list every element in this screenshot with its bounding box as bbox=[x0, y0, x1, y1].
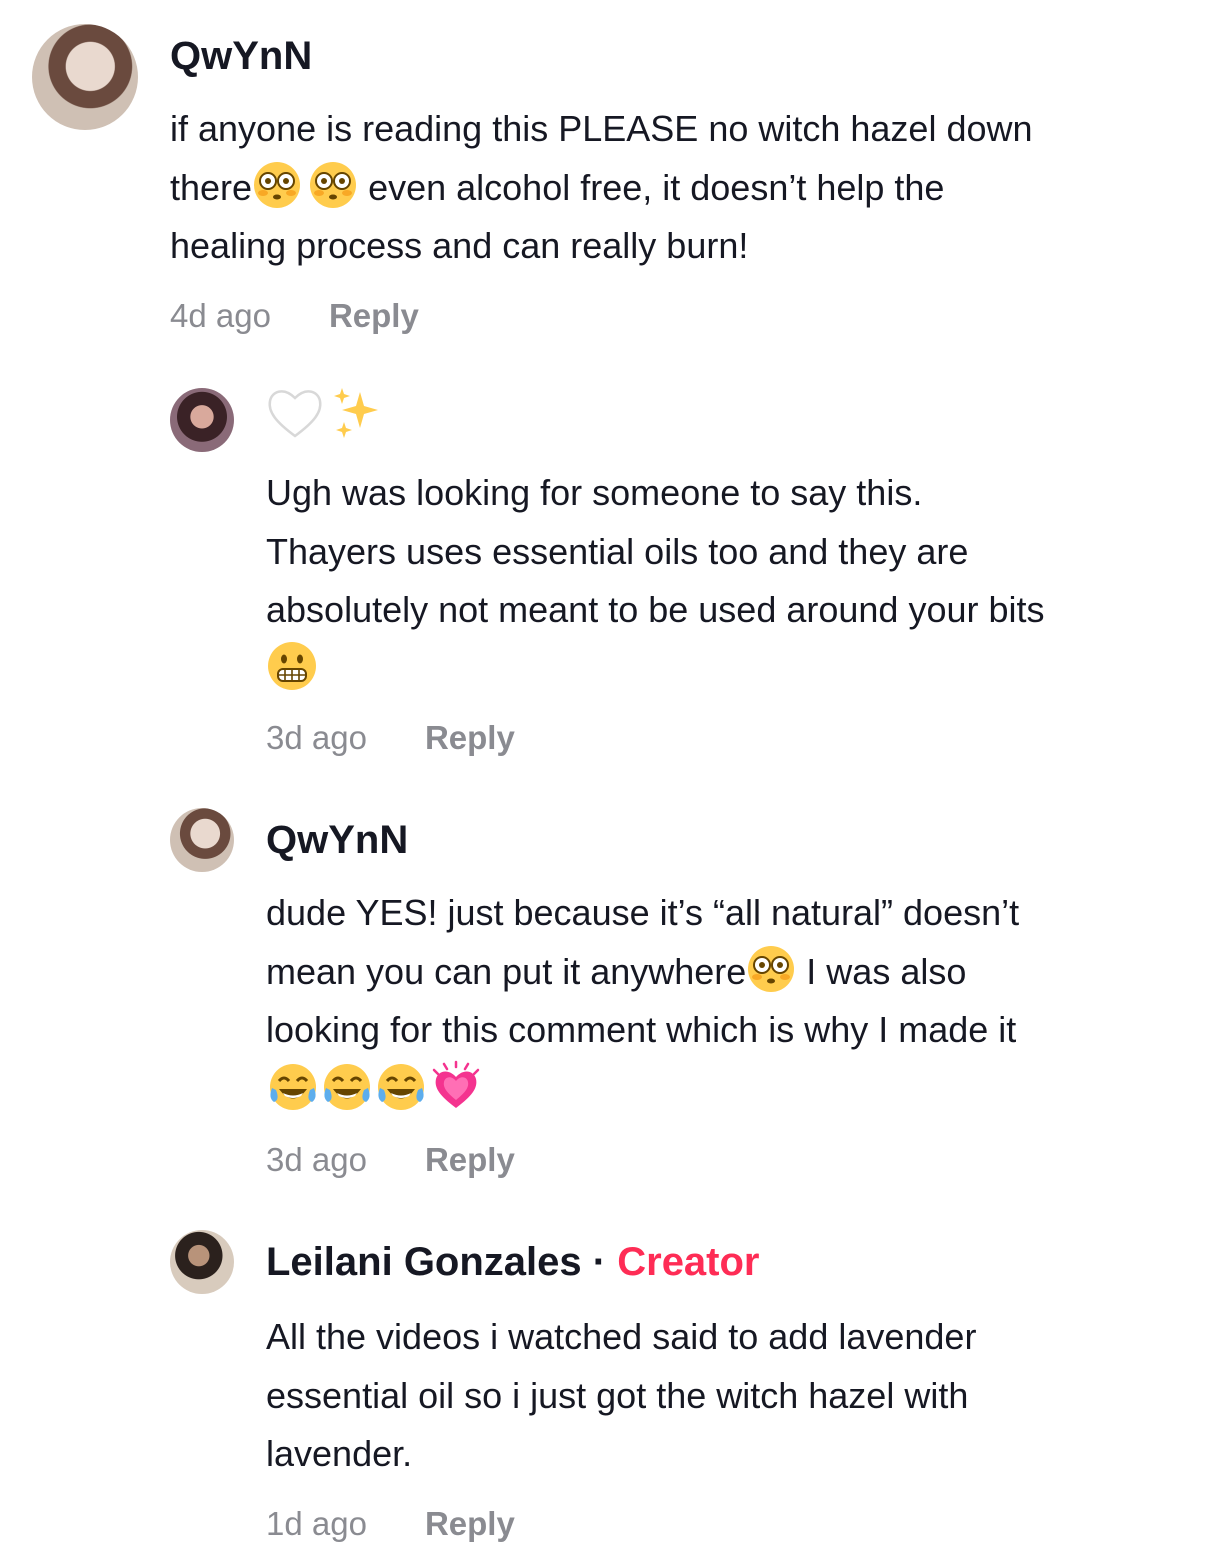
comment-meta: 3d ago Reply bbox=[266, 1140, 515, 1180]
username-row: Leilani Gonzales · Creator bbox=[266, 1238, 760, 1286]
flushed-face-emoji bbox=[308, 160, 358, 210]
flushed-face-emoji bbox=[252, 160, 302, 210]
comment-text-line bbox=[266, 640, 1196, 700]
sparkles-icon bbox=[330, 386, 384, 440]
reply-button[interactable]: Reply bbox=[329, 297, 419, 334]
text-segment: even alcohol free, it doesn’t help the bbox=[358, 166, 945, 208]
comment-text-line: Ugh was looking for someone to say this. bbox=[266, 472, 923, 513]
comment-meta: 4d ago Reply bbox=[170, 296, 419, 336]
comment-text-line: dude YES! just because it’s “all natural… bbox=[266, 892, 1020, 933]
comment-text: Ugh was looking for someone to say this.… bbox=[266, 464, 1196, 699]
text-segment: mean you can put it anywhere bbox=[266, 950, 747, 992]
avatar[interactable] bbox=[170, 1230, 234, 1294]
tears-of-joy-emoji bbox=[320, 1060, 374, 1114]
comment-text: All the videos i watched said to add lav… bbox=[266, 1308, 1196, 1484]
separator-dot: · bbox=[592, 1240, 607, 1284]
timestamp: 1d ago bbox=[266, 1505, 367, 1542]
tears-of-joy-emoji bbox=[266, 1060, 320, 1114]
comment-text-line: there even alcohol free, it doesn’t help… bbox=[170, 159, 1180, 218]
username[interactable]: Leilani Gonzales bbox=[266, 1240, 582, 1284]
avatar[interactable] bbox=[170, 808, 234, 872]
username[interactable] bbox=[266, 386, 384, 440]
timestamp: 3d ago bbox=[266, 1141, 367, 1178]
flushed-face-emoji bbox=[746, 944, 796, 994]
comment-text-line: absolutely not meant to be used around y… bbox=[266, 589, 1045, 630]
text-segment: there bbox=[170, 166, 253, 208]
reply-button[interactable]: Reply bbox=[425, 719, 515, 756]
comment-text-line: essential oil so i just got the witch ha… bbox=[266, 1374, 969, 1416]
tears-of-joy-emoji bbox=[374, 1060, 428, 1114]
reply-button[interactable]: Reply bbox=[425, 1141, 515, 1178]
username[interactable]: QwYnN bbox=[170, 32, 312, 80]
comment-text: if anyone is reading this PLEASE no witc… bbox=[170, 100, 1180, 276]
comment-text-line: if anyone is reading this PLEASE no witc… bbox=[170, 108, 1033, 149]
creator-badge: Creator bbox=[617, 1240, 760, 1284]
comment-text-line bbox=[266, 1060, 1196, 1122]
reply-button[interactable]: Reply bbox=[425, 1505, 515, 1542]
avatar[interactable] bbox=[32, 24, 138, 130]
timestamp: 4d ago bbox=[170, 297, 271, 334]
text-segment: I was also bbox=[796, 950, 967, 992]
white-heart-icon bbox=[266, 386, 324, 440]
growing-heart-emoji bbox=[428, 1060, 484, 1114]
timestamp: 3d ago bbox=[266, 719, 367, 756]
comment-text-line: looking for this comment which is why I … bbox=[266, 1009, 1017, 1050]
comment-text-line: All the videos i watched said to add lav… bbox=[266, 1316, 977, 1357]
username[interactable]: QwYnN bbox=[266, 816, 408, 864]
comment-meta: 3d ago Reply bbox=[266, 718, 515, 758]
avatar[interactable] bbox=[170, 388, 234, 452]
comment-text-line: lavender. bbox=[266, 1433, 413, 1474]
comment-text-line: healing process and can really burn! bbox=[170, 225, 749, 266]
grimacing-face-emoji bbox=[266, 640, 318, 692]
comment-text-line: mean you can put it anywhere I was also bbox=[266, 943, 1196, 1002]
comment-text: dude YES! just because it’s “all natural… bbox=[266, 884, 1196, 1121]
comment-text-line: Thayers uses essential oils too and they… bbox=[266, 530, 969, 572]
comment-meta: 1d ago Reply bbox=[266, 1504, 515, 1544]
